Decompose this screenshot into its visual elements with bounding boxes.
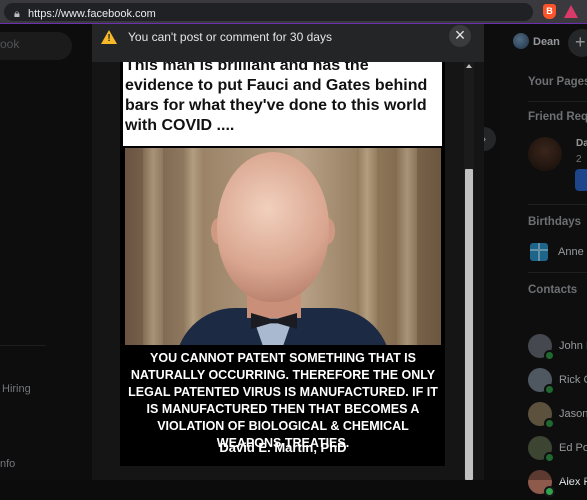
restriction-dialog: ! You can't post or comment for 30 days …	[92, 24, 484, 480]
browser-toolbar: 🔒︎ https://www.facebook.com B	[0, 0, 587, 24]
post-image[interactable]: This man is brilliant and has the eviden…	[120, 62, 445, 466]
post-author: David E. Martin, PhD	[219, 440, 347, 455]
post-photo	[125, 148, 441, 345]
post-caption-area: This man is brilliant and has the eviden…	[123, 62, 442, 146]
online-status-dot	[544, 486, 555, 497]
person-head	[217, 152, 329, 302]
dialog-title: You can't post or comment for 30 days	[128, 30, 332, 44]
post-caption: This man is brilliant and has the eviden…	[125, 62, 428, 134]
url-text[interactable]: https://www.facebook.com	[28, 8, 156, 20]
warning-exclamation: !	[107, 33, 111, 44]
post-quote: YOU CANNOT PATENT SOMETHING THAT IS NATU…	[128, 351, 438, 450]
scroll-up-arrow-icon[interactable]	[466, 64, 472, 68]
brave-rewards-icon[interactable]	[564, 5, 578, 18]
background-column	[397, 148, 417, 345]
close-button[interactable]: ×	[449, 25, 471, 47]
lock-icon: 🔒︎	[14, 8, 20, 20]
dialog-scrollbar[interactable]	[464, 62, 474, 480]
brave-shields-icon[interactable]: B	[543, 4, 556, 19]
address-bar[interactable]: 🔒︎ https://www.facebook.com	[4, 3, 533, 21]
scroll-thumb[interactable]	[465, 169, 473, 480]
background-column	[143, 148, 163, 345]
background-column	[183, 148, 203, 345]
